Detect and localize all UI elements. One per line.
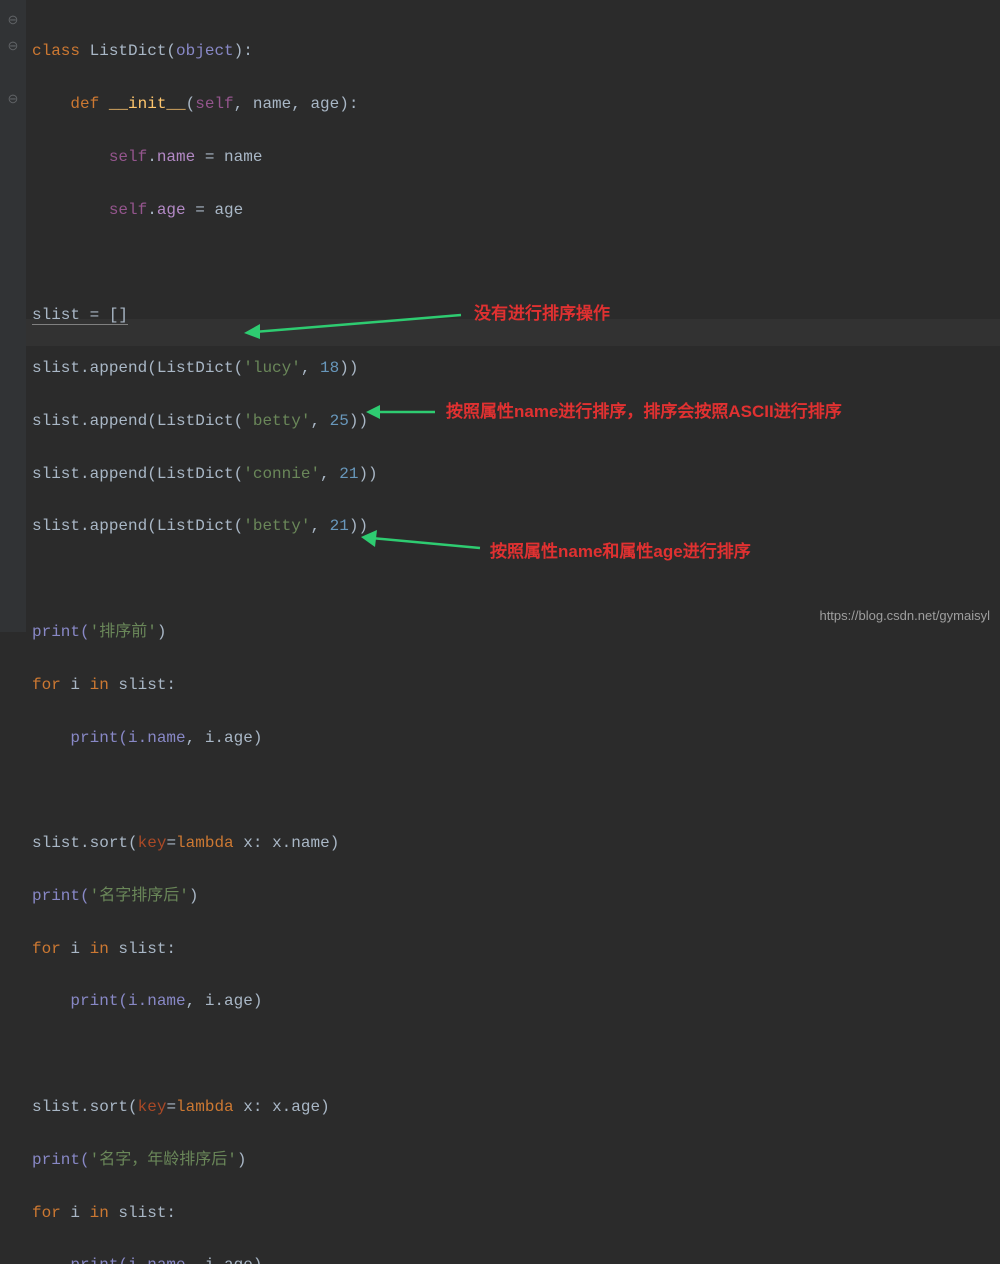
blank-line [32, 566, 378, 592]
code-line: slist.sort(key=lambda x: x.name) [32, 830, 378, 856]
code-line: print('名字，年龄排序后') [32, 1147, 378, 1173]
code-line: print(i.name, i.age) [32, 988, 378, 1014]
code-line: slist.append(ListDict('betty', 21)) [32, 513, 378, 539]
code-line: self.name = name [32, 144, 378, 170]
code-line: slist.append(ListDict('betty', 25)) [32, 408, 378, 434]
code-line: slist.sort(key=lambda x: x.age) [32, 1094, 378, 1120]
blank-line [32, 1041, 378, 1067]
annotation-text: 按照属性name和属性age进行排序 [490, 538, 751, 566]
code-line: print('排序前') [32, 619, 378, 645]
watermark: https://blog.csdn.net/gymaisyl [819, 605, 990, 626]
code-line: print(i.name, i.age) [32, 1252, 378, 1264]
code-line: slist.append(ListDict('lucy', 18)) [32, 355, 378, 381]
code-line: print(i.name, i.age) [32, 725, 378, 751]
annotation-text: 按照属性name进行排序，排序会按照ASCII进行排序 [446, 398, 842, 426]
code-line: print('名字排序后') [32, 883, 378, 909]
code-line: slist = [] [32, 302, 378, 328]
code-line: slist.append(ListDict('connie', 21)) [32, 461, 378, 487]
blank-line [32, 777, 378, 803]
annotation-text: 没有进行排序操作 [474, 300, 610, 328]
code-line: class ListDict(object): [32, 38, 378, 64]
code-line: def __init__(self, name, age): [32, 91, 378, 117]
code-line: for i in slist: [32, 936, 378, 962]
code-line: self.age = age [32, 197, 378, 223]
blank-line [32, 250, 378, 276]
code-editor[interactable]: class ListDict(object): def __init__(sel… [0, 0, 378, 1264]
code-line: for i in slist: [32, 672, 378, 698]
code-line: for i in slist: [32, 1200, 378, 1226]
